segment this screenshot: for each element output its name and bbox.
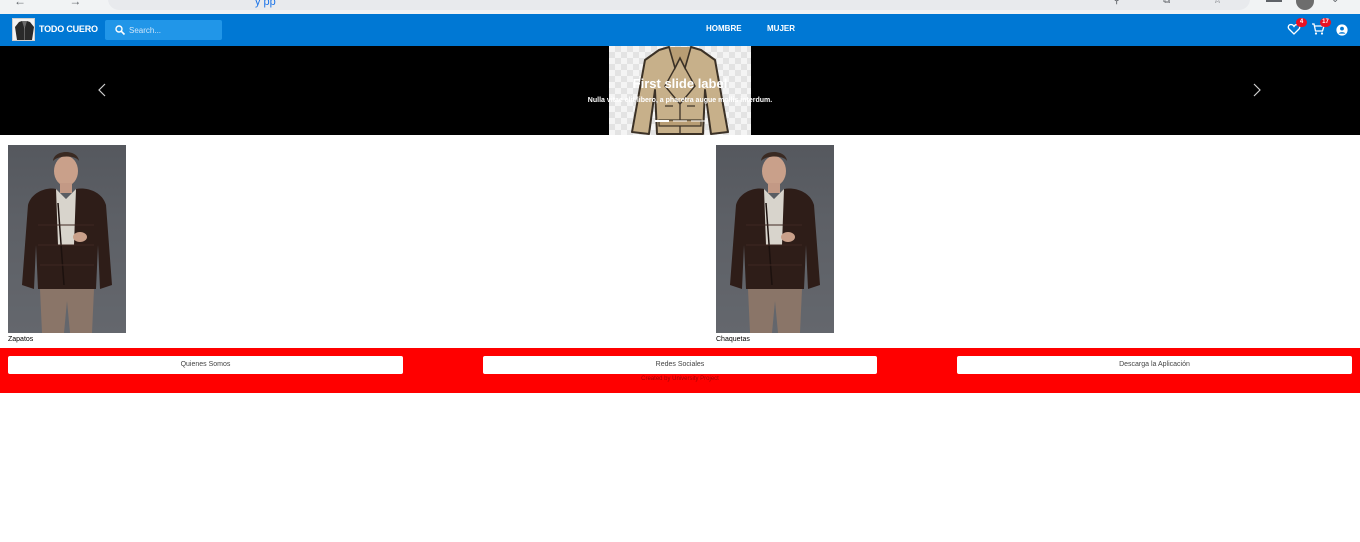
slide-caption: Nulla vitae elit libero, a pharetra augu… <box>587 97 773 104</box>
product-caption[interactable]: Zapatos <box>8 336 126 343</box>
logo-image[interactable] <box>12 18 35 41</box>
product-image[interactable] <box>8 145 126 333</box>
carousel-prev-icon[interactable] <box>96 82 108 98</box>
search-input[interactable] <box>129 22 217 38</box>
carousel-indicator-1[interactable] <box>655 120 669 122</box>
app-header: TODO CUERO HOMBRE MUJER 4 17 <box>0 14 1360 46</box>
slide-title: First slide label <box>632 76 728 91</box>
download-app-button[interactable]: Descarga la Aplicación <box>957 356 1352 374</box>
browser-profile-avatar[interactable] <box>1296 0 1314 10</box>
hero-carousel: First slide label Nulla vitae elit liber… <box>0 46 1360 135</box>
favorites-count-badge: 4 <box>1296 18 1307 27</box>
footer-credit: Created by University Project <box>641 376 719 382</box>
social-networks-button[interactable]: Redes Sociales <box>483 356 877 374</box>
cart-count-badge: 17 <box>1320 18 1331 27</box>
chevron-down-icon[interactable]: ⌄ <box>1331 0 1339 5</box>
cart-button[interactable]: 17 <box>1311 18 1331 36</box>
account-button[interactable] <box>1336 23 1348 36</box>
address-bar-icons[interactable]: ⚲ ⧉ ☆ <box>1113 0 1242 6</box>
favorites-button[interactable]: 4 <box>1287 18 1307 36</box>
user-circle-icon <box>1336 24 1348 36</box>
section-title: Ropa de Temporada <box>8 128 71 135</box>
footer: Quienes Somos Redes Sociales Descarga la… <box>0 348 1360 393</box>
brand-name[interactable]: TODO CUERO <box>39 24 98 34</box>
product-card[interactable]: Zapatos <box>8 145 126 343</box>
browser-chrome: ← → ⟳ y pp ⚲ ⧉ ☆ ⌄ <box>0 0 1360 14</box>
nav-link-hombre[interactable]: HOMBRE <box>706 24 742 33</box>
search-box[interactable] <box>105 20 222 40</box>
search-icon <box>115 25 126 36</box>
about-us-button[interactable]: Quienes Somos <box>8 356 403 374</box>
browser-menu-icon[interactable] <box>1266 0 1282 2</box>
nav-link-mujer[interactable]: MUJER <box>767 24 795 33</box>
address-url: y pp <box>255 0 276 8</box>
carousel-next-icon[interactable] <box>1251 82 1263 98</box>
carousel-indicator-2[interactable] <box>673 120 687 122</box>
carousel-indicators <box>655 120 705 123</box>
address-bar[interactable] <box>108 0 1250 10</box>
product-card[interactable]: Chaquetas <box>716 145 834 343</box>
carousel-indicator-3[interactable] <box>691 120 705 122</box>
product-image[interactable] <box>716 145 834 333</box>
product-caption[interactable]: Chaquetas <box>716 336 834 343</box>
